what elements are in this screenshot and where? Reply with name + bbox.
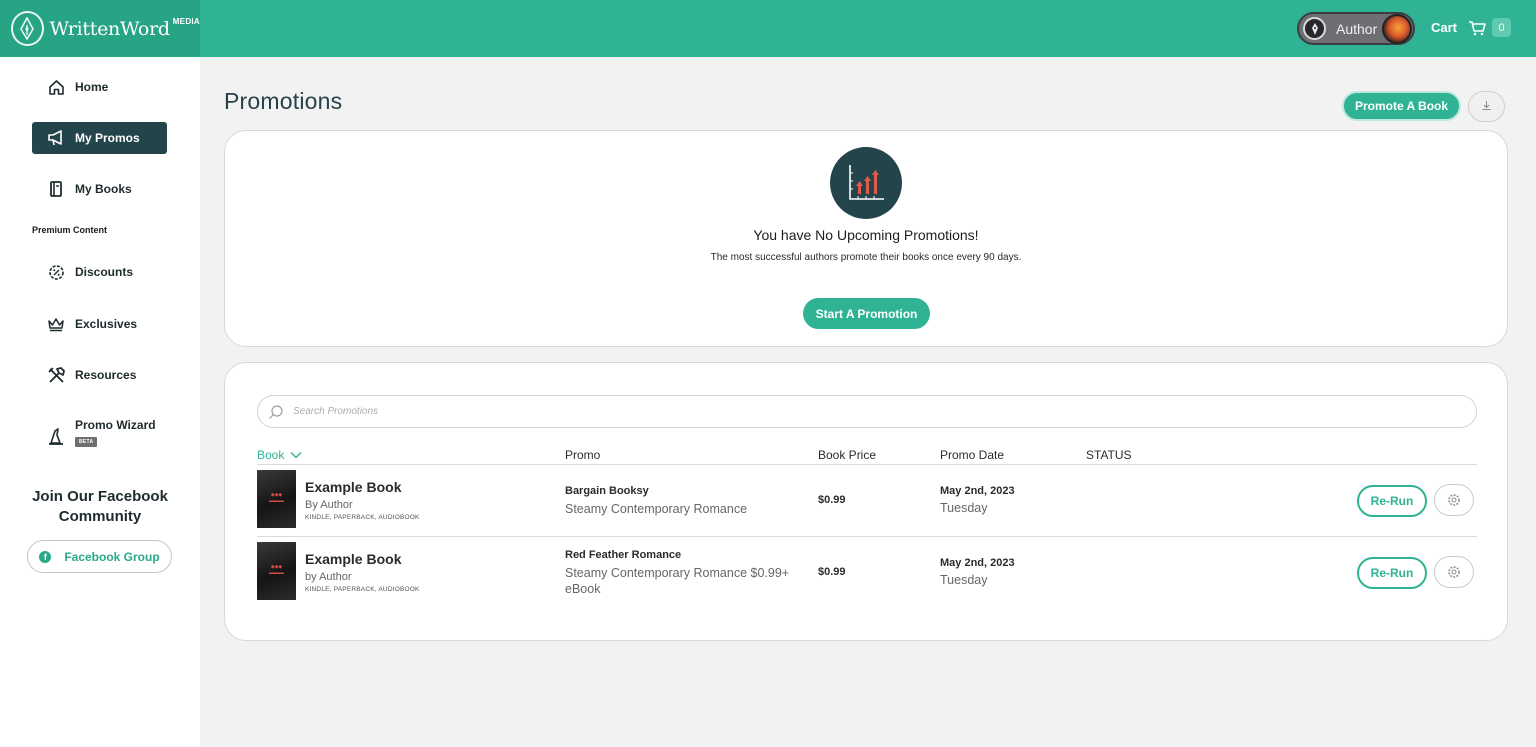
growth-chart-icon [830, 147, 902, 219]
column-header-promo: Promo [565, 448, 601, 462]
facebook-group-label: Facebook Group [64, 549, 160, 564]
cover-art: ◆◆◆ ▬▬▬ [269, 564, 284, 576]
column-header-promo-date: Promo Date [940, 448, 1005, 462]
table-row: ◆◆◆ ▬▬▬ Example Book By Author KINDLE, PA… [257, 470, 1477, 534]
cover-art: ◆◆◆ ▬▬▬ [269, 492, 284, 504]
book-author: By Author [305, 499, 353, 511]
sidebar-item-label: Promo Wizard [75, 418, 156, 432]
promo-wizard-text: Promo Wizard BETA [75, 418, 156, 447]
book-author: by Author [305, 571, 352, 583]
promo-name: Bargain Booksy [565, 485, 649, 497]
avatar[interactable] [1382, 14, 1412, 44]
pen-icon [1303, 17, 1326, 40]
search-icon [268, 404, 284, 420]
book-title[interactable]: Example Book [305, 479, 401, 495]
promo-name: Red Feather Romance [565, 549, 682, 561]
gear-icon [1448, 566, 1460, 578]
row-divider [257, 536, 1477, 537]
book-cover-image[interactable]: ◆◆◆ ▬▬▬ [257, 542, 296, 600]
author-menu[interactable]: Author [1297, 12, 1415, 45]
table-header-divider [257, 464, 1477, 465]
sidebar-item-my-books[interactable]: My Books [32, 173, 167, 205]
promo-day: Tuesday [940, 501, 988, 515]
column-header-status: STATUS [1086, 448, 1132, 462]
author-label: Author [1336, 20, 1378, 37]
column-header-book[interactable]: Book [257, 448, 302, 462]
settings-button[interactable] [1434, 556, 1474, 588]
settings-button[interactable] [1434, 484, 1474, 516]
cart-button[interactable]: Cart 0 [1431, 18, 1512, 37]
home-icon [46, 77, 66, 97]
promo-day: Tuesday [940, 573, 988, 587]
logo-suffix: MEDIA [172, 17, 200, 26]
logo-text: WrittenWord [49, 17, 171, 40]
sidebar: Home My Promos My Books Premium Content … [0, 57, 200, 747]
facebook-community-heading: Join Our Facebook Community [32, 488, 168, 525]
column-header-book-price: Book Price [818, 448, 877, 462]
sidebar-item-label: Resources [75, 368, 137, 382]
pen-nib-logo-icon [11, 11, 44, 46]
cart-icon [1468, 20, 1486, 36]
book-formats: KINDLE, PAPERBACK, AUDIOBOOK [305, 514, 420, 521]
promo-date: May 2nd, 2023 [940, 485, 1015, 497]
empty-state-title: You have No Upcoming Promotions! [753, 227, 979, 243]
facebook-group-button[interactable]: f Facebook Group [27, 540, 172, 573]
premium-content-label: Premium Content [32, 225, 108, 235]
empty-state-subtitle: The most successful authors promote thei… [710, 252, 1022, 263]
search-bar[interactable] [257, 395, 1477, 428]
megaphone-icon [46, 128, 66, 148]
tools-icon [46, 365, 66, 385]
download-button[interactable] [1468, 91, 1505, 122]
book-title[interactable]: Example Book [305, 551, 401, 567]
sidebar-item-label: Exclusives [75, 317, 138, 331]
sidebar-item-resources[interactable]: Resources [32, 359, 167, 391]
promo-category: Steamy Contemporary Romance [565, 502, 748, 516]
book-icon [46, 179, 66, 199]
column-header-label: Book [257, 448, 285, 462]
sidebar-item-home[interactable]: Home [32, 71, 167, 103]
promo-category: Steamy Contemporary Romance $0.99+ eBook [565, 566, 790, 596]
start-a-promotion-button[interactable]: Start A Promotion [803, 298, 930, 329]
crown-icon [46, 314, 66, 334]
sidebar-item-discounts[interactable]: Discounts [32, 256, 167, 288]
logo[interactable]: WrittenWord MEDIA [0, 0, 200, 57]
book-price: $0.99 [818, 494, 846, 506]
book-formats: KINDLE, PAPERBACK, AUDIOBOOK [305, 586, 420, 593]
chevron-down-icon [290, 452, 302, 459]
sidebar-item-promo-wizard[interactable]: Promo Wizard BETA [32, 412, 167, 458]
re-run-button[interactable]: Re-Run [1357, 557, 1427, 589]
top-bar: WrittenWord MEDIA Author Cart 0 [0, 0, 1536, 57]
sidebar-item-label: My Books [75, 182, 132, 196]
page-title: Promotions [224, 88, 343, 114]
empty-promotions-card: You have No Upcoming Promotions! The mos… [224, 130, 1508, 347]
cart-label: Cart [1431, 20, 1458, 35]
cart-count-badge: 0 [1492, 18, 1512, 37]
search-input[interactable] [293, 406, 1443, 417]
promo-date: May 2nd, 2023 [940, 557, 1015, 569]
book-cover-image[interactable]: ◆◆◆ ▬▬▬ [257, 470, 296, 528]
discount-icon [46, 262, 66, 282]
download-icon [1481, 98, 1492, 116]
facebook-icon: f [39, 550, 52, 563]
promote-a-book-button[interactable]: Promote A Book [1342, 91, 1461, 121]
beta-badge: BETA [75, 437, 98, 447]
promotions-list-card: Book Promo Book Price Promo Date STATUS … [224, 362, 1508, 641]
sidebar-item-label: Discounts [75, 265, 134, 279]
re-run-button[interactable]: Re-Run [1357, 485, 1427, 517]
table-row: ◆◆◆ ▬▬▬ Example Book by Author KINDLE, PA… [257, 542, 1477, 606]
sidebar-item-exclusives[interactable]: Exclusives [32, 308, 167, 340]
sidebar-item-label: My Promos [75, 131, 140, 145]
book-price: $0.99 [818, 566, 846, 578]
gear-icon [1448, 494, 1460, 506]
sidebar-item-my-promos[interactable]: My Promos [32, 122, 167, 154]
wizard-hat-icon [46, 426, 66, 446]
sidebar-item-label: Home [75, 80, 109, 94]
